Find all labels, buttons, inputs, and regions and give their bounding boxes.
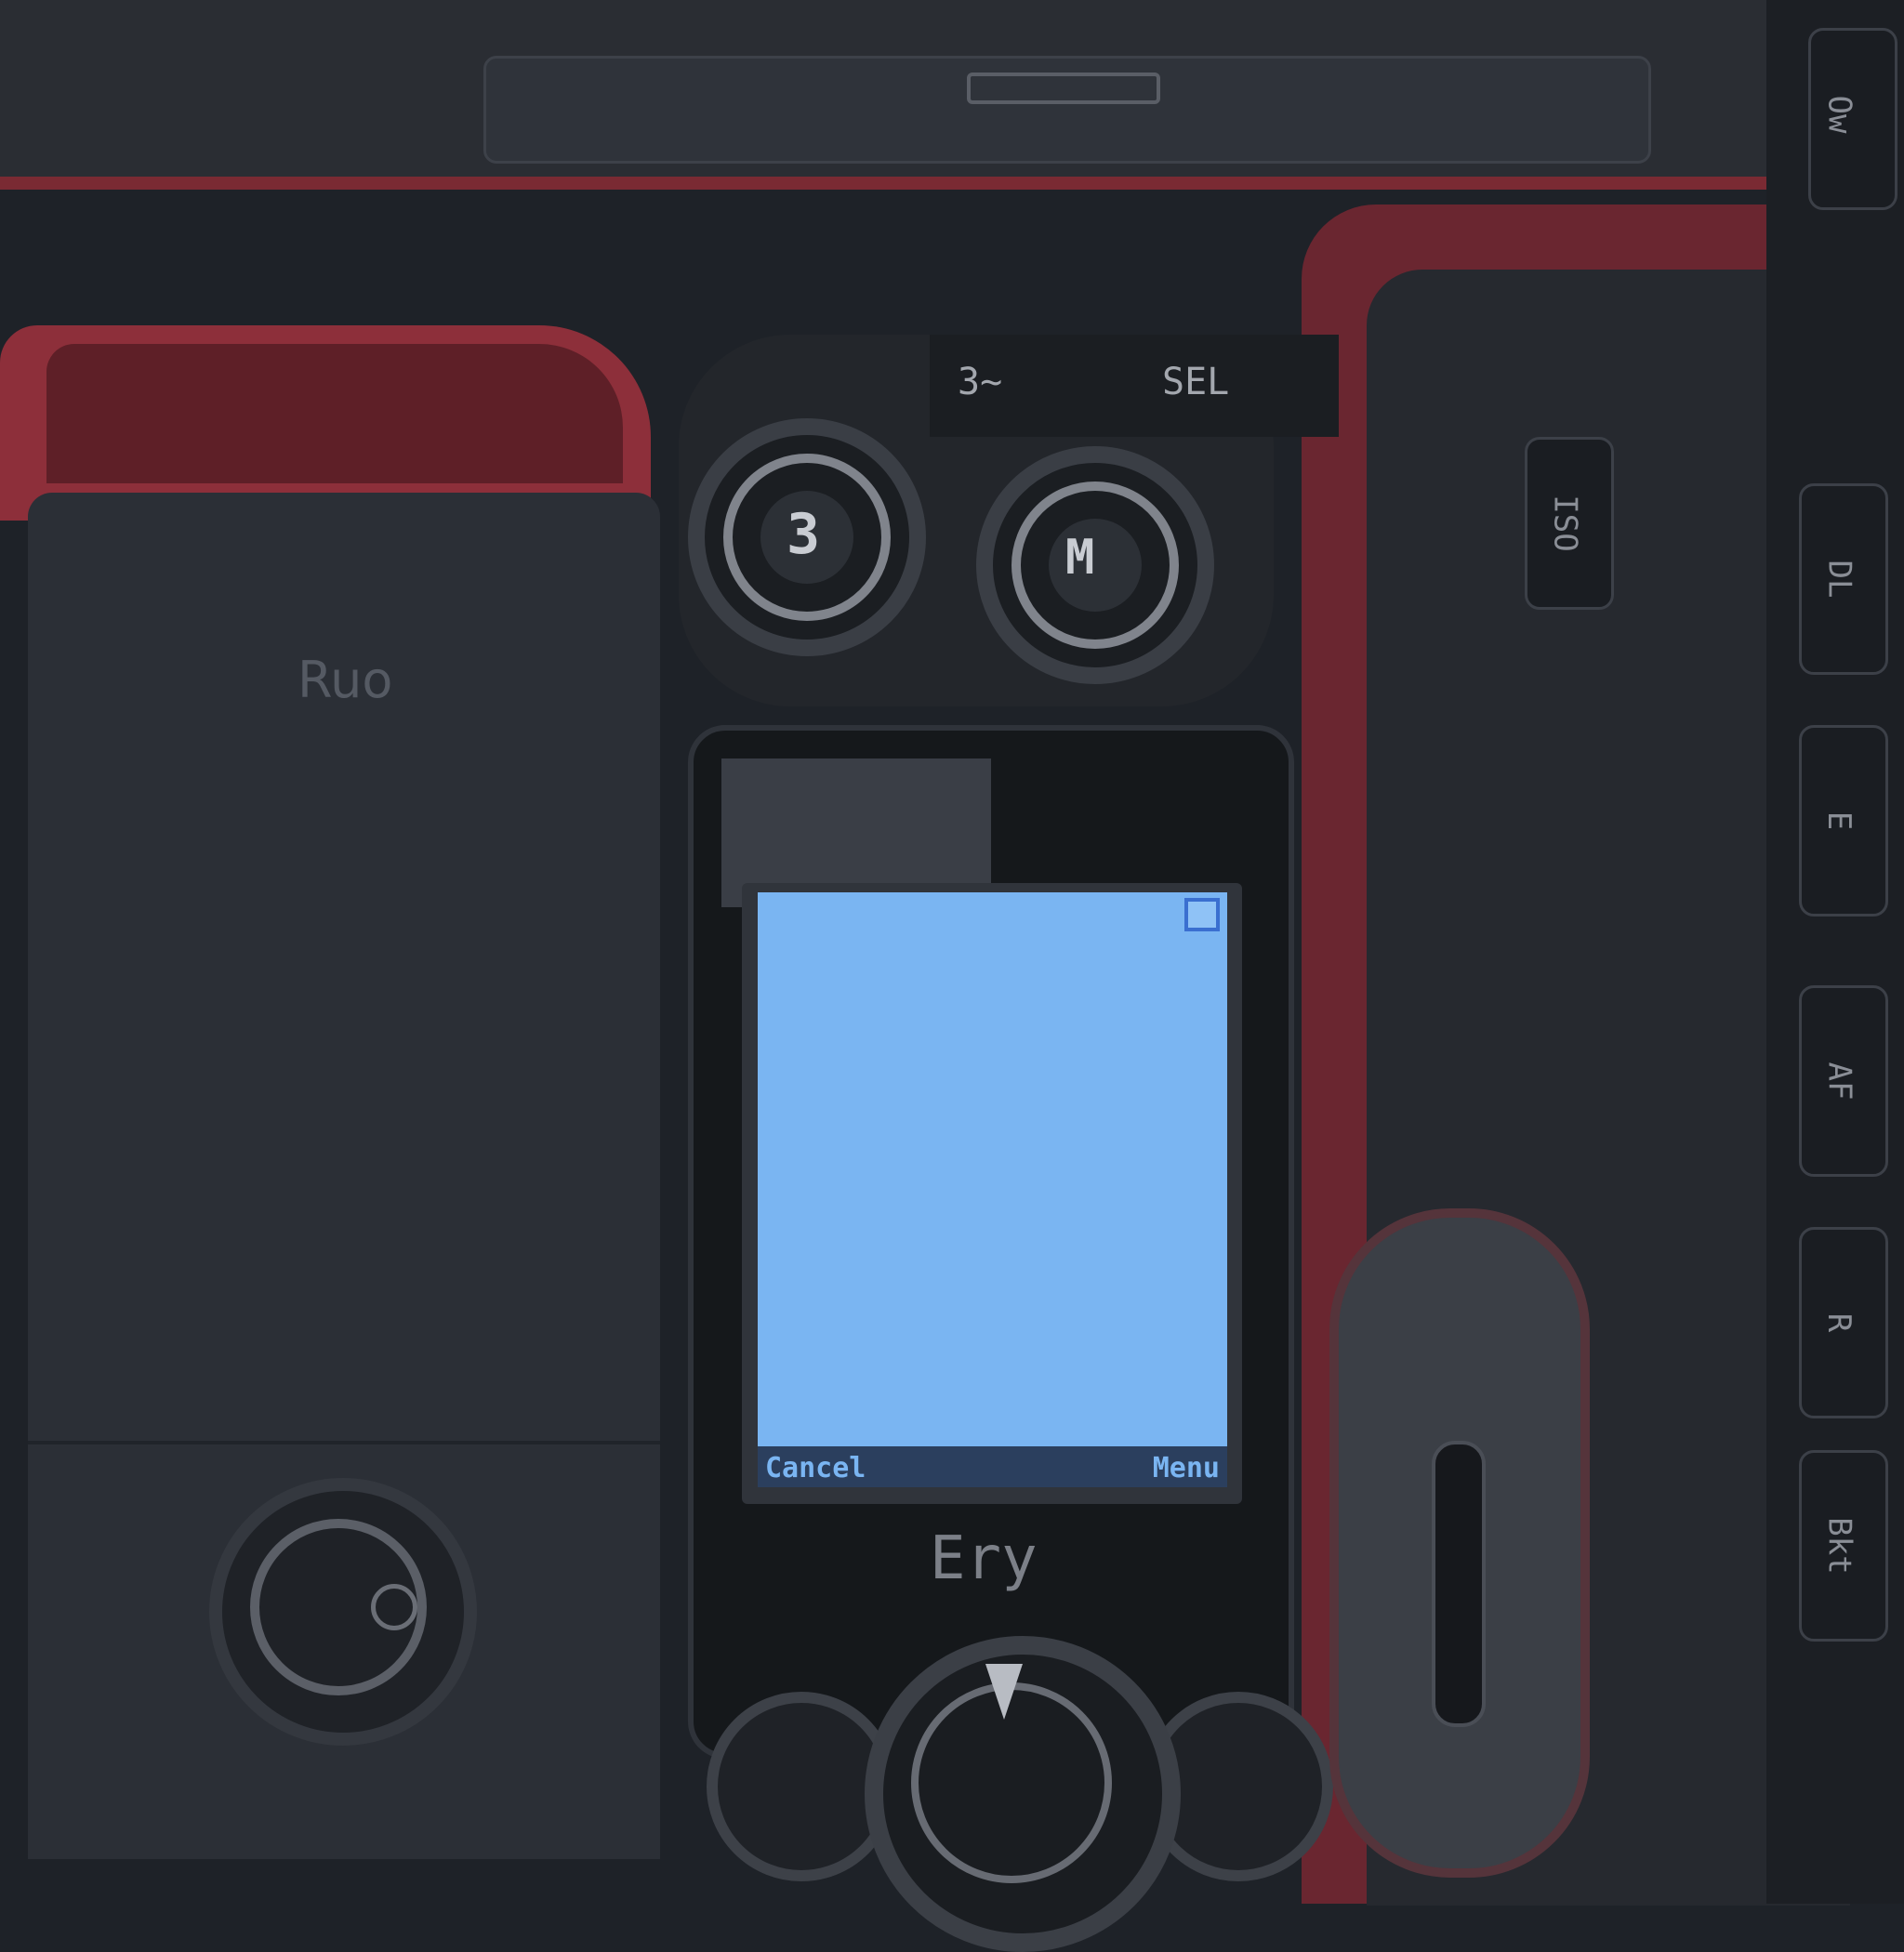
left-panel-divider	[28, 1441, 660, 1444]
side-button-2-label: DL	[1820, 560, 1858, 599]
side-button-6[interactable]: Bkt	[1799, 1450, 1888, 1642]
side-button-6-label: Bkt	[1820, 1517, 1858, 1575]
mode-dial-right[interactable]: M	[976, 446, 1214, 684]
left-panel-label: Ruo	[298, 651, 393, 709]
softkey-cancel[interactable]: Cancel	[765, 1452, 866, 1484]
top-label-2: SEL	[1162, 361, 1230, 403]
side-button-3-label: E	[1820, 811, 1858, 831]
mode-dial-left[interactable]: 3	[688, 418, 926, 656]
left-red-shoulder-inner	[46, 344, 623, 483]
battery-icon	[1184, 898, 1220, 931]
side-button-4[interactable]: AF	[1799, 985, 1888, 1177]
softkey-menu[interactable]: Menu	[1153, 1452, 1220, 1484]
top-label-1: 3~	[958, 361, 1003, 403]
lcd-screen: Cancel Menu	[758, 892, 1227, 1487]
mode-dial-left-label: 3	[787, 502, 821, 567]
side-button-1-label: Ow	[1820, 95, 1858, 134]
left-control-knob[interactable]	[209, 1478, 477, 1746]
top-slot-mark	[967, 73, 1160, 104]
grip-slot	[1432, 1441, 1486, 1727]
side-button-5-label: R	[1820, 1312, 1858, 1333]
side-button-1[interactable]: Ow	[1808, 28, 1897, 210]
navigation-dial[interactable]	[865, 1636, 1181, 1952]
side-button-2[interactable]: DL	[1799, 483, 1888, 675]
side-button-4-label: AF	[1820, 1062, 1858, 1101]
side-button-7[interactable]: ISO	[1525, 437, 1614, 610]
side-button-5[interactable]: R	[1799, 1227, 1888, 1418]
left-red-shoulder	[0, 325, 651, 521]
top-label-plate: 3~ SEL	[930, 335, 1339, 437]
mode-dial-right-label: M	[1065, 530, 1095, 586]
top-body	[0, 0, 1785, 190]
brand-label: Ery	[930, 1524, 1038, 1593]
mode-dial-right-center	[1049, 519, 1142, 612]
navigation-dial-pointer-icon	[985, 1664, 1023, 1720]
side-button-7-label: ISO	[1546, 495, 1584, 552]
lcd-status-bar	[758, 892, 1227, 933]
side-button-3[interactable]: E	[1799, 725, 1888, 917]
left-knob-indicator	[371, 1584, 417, 1630]
lcd-softkey-bar: Cancel Menu	[758, 1446, 1227, 1487]
right-grip	[1329, 1208, 1590, 1878]
